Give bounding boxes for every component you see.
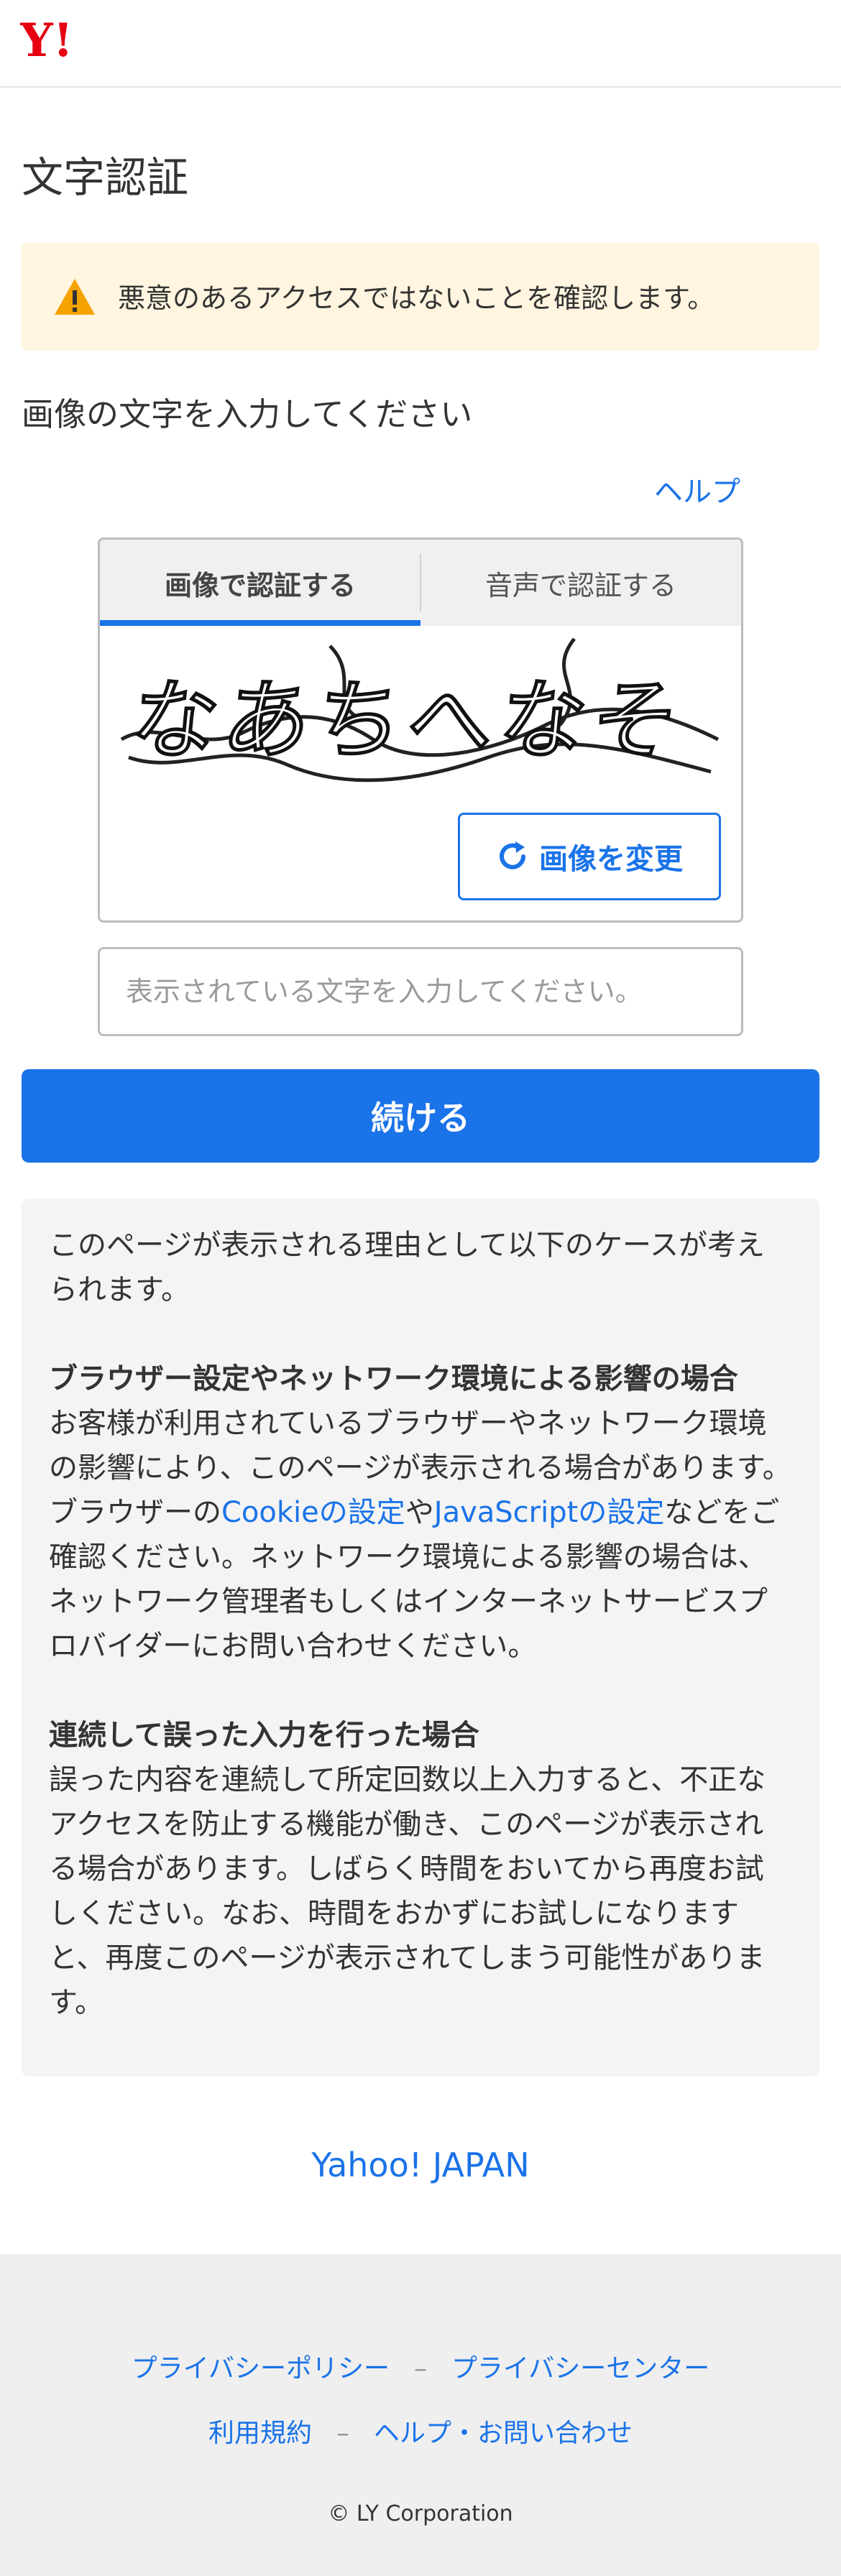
privacy-policy-link[interactable]: プライバシーポリシー — [132, 2354, 390, 2383]
header: Y! — [0, 0, 841, 88]
cookie-settings-link[interactable]: Cookieの設定 — [221, 1496, 405, 1529]
instruction-text: 画像の文字を入力してください — [22, 395, 473, 433]
footer-row-terms: 利用規約 – ヘルプ・お問い合わせ — [0, 2412, 841, 2450]
footer-separator: – — [414, 2354, 427, 2383]
footer-separator: – — [336, 2419, 349, 2448]
info-case1-heading: ブラウザー設定やネットワーク環境による影響の場合 — [49, 1362, 738, 1395]
info-box: このページが表示される理由として以下のケースが考えられます。 ブラウザー設定やネ… — [22, 1199, 819, 2077]
info-case2-heading: 連続して誤った入力を行った場合 — [49, 1719, 479, 1752]
info-case1-text-b: や — [405, 1496, 434, 1529]
info-intro: このページが表示される理由として以下のケースが考えられます。 — [49, 1229, 765, 1306]
warning-alert: 悪意のあるアクセスではないことを確認します。 — [22, 243, 819, 351]
captcha-tabs: 画像で認証する 音声で認証する — [100, 540, 741, 626]
captcha-input[interactable] — [98, 947, 743, 1036]
continue-button[interactable]: 続ける — [22, 1069, 819, 1163]
tab-audio-auth[interactable]: 音声で認証する — [420, 540, 741, 626]
footer: プライバシーポリシー – プライバシーセンター 利用規約 – ヘルプ・お問い合わせ © … — [0, 2254, 841, 2576]
terms-link[interactable]: 利用規約 — [208, 2419, 312, 2448]
change-image-button[interactable]: 画像を変更 — [458, 813, 721, 900]
captcha-image: なあちへなそ — [120, 637, 720, 783]
help-contact-link[interactable]: ヘルプ・お問い合わせ — [374, 2419, 633, 2448]
refresh-icon — [500, 841, 525, 869]
logo-text: Y! — [20, 16, 73, 66]
yahoo-logo[interactable]: Y! — [20, 16, 101, 66]
copyright: © LY Corporation — [328, 2501, 513, 2526]
tab-image-auth[interactable]: 画像で認証する — [100, 540, 420, 626]
change-image-label: 画像を変更 — [539, 844, 683, 875]
warning-icon — [55, 279, 95, 315]
info-case1-body: お客様が利用されているブラウザーやネットワーク環境の影響により、このページが表示… — [49, 1401, 792, 1668]
info-case2-text: 誤った内容を連続して所定回数以上入力すると、不正なアクセスを防止する機能が働き、… — [49, 1763, 766, 2019]
page-title: 文字認証 — [22, 153, 189, 202]
footer-row-privacy: プライバシーポリシー – プライバシーセンター — [0, 2348, 841, 2385]
captcha-image-text: なあちへなそ — [125, 671, 691, 771]
help-link[interactable]: ヘルプ — [654, 468, 740, 510]
alert-message: 悪意のあるアクセスではないことを確認します。 — [118, 282, 715, 314]
privacy-center-link[interactable]: プライバシーセンター — [451, 2354, 709, 2383]
javascript-settings-link[interactable]: JavaScriptの設定 — [434, 1496, 665, 1529]
yahoo-japan-home-link[interactable]: Yahoo! JAPAN — [0, 2146, 841, 2184]
captcha-panel: 画像で認証する 音声で認証する なあちへなそ 画像を変更 — [98, 537, 743, 923]
